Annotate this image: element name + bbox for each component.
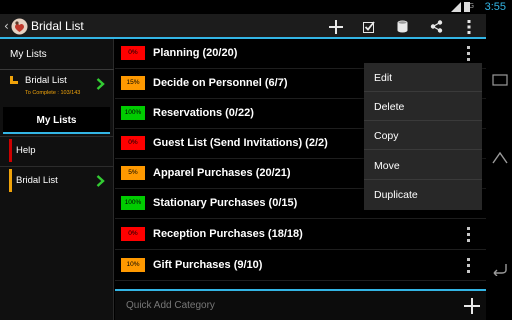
database-button[interactable] <box>391 16 413 37</box>
percent-badge: 5% <box>121 166 145 180</box>
menu-item-delete[interactable]: Delete <box>364 92 482 121</box>
percent-badge: 0% <box>121 227 145 241</box>
category-name: Reception Purchases (18/18) <box>153 228 303 240</box>
category-name: Guest List (Send Invitations) (2/2) <box>153 137 328 149</box>
category-name: Reservations (0/22) <box>153 107 254 119</box>
sidebar-item-label: Help <box>16 145 36 156</box>
category-name: Planning (20/20) <box>153 47 238 59</box>
checklist-icon <box>363 20 375 33</box>
database-icon <box>397 20 407 33</box>
tab-my-lists[interactable]: My Lists <box>3 107 110 134</box>
current-list-name: Bridal List <box>25 75 67 86</box>
tab-my-lists-label: My Lists <box>36 115 77 126</box>
sidebar-item-bridal-list[interactable]: Bridal List <box>0 166 114 196</box>
category-name: Apparel Purchases (20/21) <box>153 167 291 179</box>
add-button[interactable] <box>325 16 347 37</box>
menu-item-duplicate[interactable]: Duplicate <box>364 180 482 209</box>
color-marker <box>9 169 12 192</box>
list-corner-icon <box>10 76 18 84</box>
overflow-menu-icon <box>467 19 471 34</box>
percent-badge: 100% <box>121 196 145 210</box>
chevron-right-icon <box>96 78 105 90</box>
sidebar-item-label: Bridal List <box>16 175 58 186</box>
checklist-button[interactable] <box>358 16 380 37</box>
row-overflow-icon[interactable] <box>465 46 473 62</box>
menu-item-label: Move <box>374 160 400 172</box>
share-button[interactable] <box>425 16 447 37</box>
action-bar: ‹ Bridal List <box>0 14 486 39</box>
back-caret-icon[interactable]: ‹ <box>4 19 9 33</box>
sidebar-item-help[interactable]: Help <box>0 136 114 166</box>
overflow-menu-button[interactable] <box>458 16 480 37</box>
current-list-summary[interactable]: Bridal List To Complete : 103/143 <box>0 70 114 106</box>
bridal-app-icon[interactable] <box>11 18 28 35</box>
list-item[interactable]: 0% Reception Purchases (18/18) <box>115 220 486 250</box>
menu-item-edit[interactable]: Edit <box>364 63 482 92</box>
add-icon <box>329 19 343 34</box>
menu-item-label: Edit <box>374 72 393 84</box>
category-name: Stationary Purchases (0/15) <box>153 197 298 209</box>
row-overflow-icon[interactable] <box>465 258 473 274</box>
percent-badge: 100% <box>121 106 145 120</box>
menu-item-label: Duplicate <box>374 189 418 201</box>
current-list-progress: To Complete : 103/143 <box>25 90 81 96</box>
category-name: Gift Purchases (9/10) <box>153 259 263 271</box>
battery-icon <box>464 2 470 12</box>
signal-strength-icon <box>451 2 461 12</box>
percent-badge: 10% <box>121 258 145 272</box>
row-overflow-icon[interactable] <box>465 227 473 243</box>
category-name: Decide on Personnel (6/7) <box>153 77 288 89</box>
quick-add-input[interactable]: Quick Add Category <box>126 300 215 311</box>
share-icon <box>430 20 442 33</box>
list-item[interactable]: 10% Gift Purchases (9/10) <box>115 251 486 281</box>
menu-item-label: Delete <box>374 101 405 113</box>
app-title: Bridal List <box>31 19 84 33</box>
color-marker <box>9 139 12 162</box>
percent-badge: 0% <box>121 46 145 60</box>
sidebar: My Lists Bridal List To Complete : 103/1… <box>0 39 114 320</box>
system-nav-bar <box>486 14 512 320</box>
clock: 3:55 <box>484 1 506 13</box>
sidebar-heading-label: My Lists <box>10 49 47 60</box>
quick-add-bar: Quick Add Category <box>115 289 486 320</box>
back-icon[interactable] <box>490 260 510 276</box>
menu-item-copy[interactable]: Copy <box>364 121 482 150</box>
menu-item-label: Copy <box>374 130 399 142</box>
quick-add-button[interactable] <box>463 297 481 315</box>
recent-apps-icon[interactable] <box>490 72 510 88</box>
status-bar: 3G 3:55 <box>0 0 512 14</box>
sidebar-heading: My Lists <box>0 39 114 70</box>
menu-item-move[interactable]: Move <box>364 151 482 180</box>
context-menu: Edit Delete Copy Move Duplicate <box>364 63 482 210</box>
chevron-right-icon <box>96 175 105 187</box>
percent-badge: 0% <box>121 136 145 150</box>
percent-badge: 15% <box>121 76 145 90</box>
home-icon[interactable] <box>490 150 510 166</box>
